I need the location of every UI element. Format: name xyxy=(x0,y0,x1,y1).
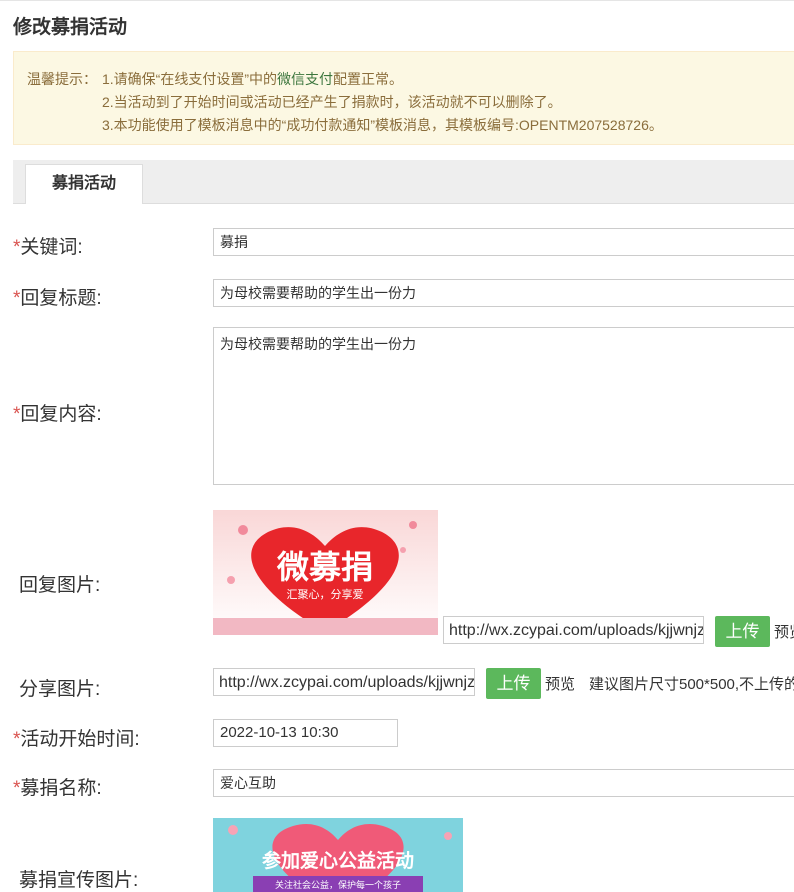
reply-image-label: 回复图片: xyxy=(19,575,101,596)
notice-label: 温馨提示： xyxy=(27,71,97,87)
tab-bar: 募捐活动 xyxy=(13,160,794,204)
reply-image-url-input[interactable]: http://wx.zcypai.com/uploads/kjjwnjzx/im… xyxy=(443,616,704,644)
promo-image-label: 募捐宣传图片: xyxy=(19,870,139,891)
start-time-input[interactable]: 2022-10-13 10:30 xyxy=(213,719,398,747)
reply-content-textarea[interactable]: 为母校需要帮助的学生出一份力 xyxy=(213,327,794,485)
reply-image-graphic: 微募捐 汇聚心，分享爱 xyxy=(213,510,438,635)
reply-image-subtitle: 汇聚心，分享爱 xyxy=(287,587,364,601)
keyword-label: *关键词: xyxy=(13,232,83,259)
notice-box: 温馨提示： 1.请确保“在线支付设置”中的微信支付配置正常。 2.当活动到了开始… xyxy=(13,51,794,145)
notice-line-1-suffix: 配置正常。 xyxy=(333,71,403,87)
notice-line-3: 3.本功能使用了模板消息中的“成功付款通知”模板消息，其模板编号:OPENTM2… xyxy=(102,117,663,133)
reply-image-title: 微募捐 xyxy=(276,548,373,586)
reply-image-upload-button[interactable]: 上传 xyxy=(715,616,770,647)
reply-content-label-text: 回复内容: xyxy=(20,404,102,425)
share-image-label: 分享图片: xyxy=(19,679,101,700)
wechat-pay-link[interactable]: 微信支付 xyxy=(277,71,333,87)
start-time-label: *活动开始时间: xyxy=(13,724,140,751)
notice-line-1-prefix: 1.请确保“在线支付设置”中的 xyxy=(102,71,277,87)
reply-title-input[interactable]: 为母校需要帮助的学生出一份力 xyxy=(213,279,794,307)
donation-name-label-text: 募捐名称: xyxy=(20,778,102,799)
reply-title-label-text: 回复标题: xyxy=(20,288,102,309)
reply-title-label: *回复标题: xyxy=(13,283,102,310)
donation-name-input[interactable]: 爱心互助 xyxy=(213,769,794,797)
share-image-upload-button[interactable]: 上传 xyxy=(486,668,541,699)
promo-image-subtitle: 关注社会公益，保护每一个孩子 xyxy=(275,879,401,891)
share-image-preview-link[interactable]: 预览 xyxy=(545,673,575,694)
keyword-input[interactable]: 募捐 xyxy=(213,228,794,256)
top-divider xyxy=(0,0,794,1)
notice-line-2: 2.当活动到了开始时间或活动已经产生了捐款时，该活动就不可以删除了。 xyxy=(102,94,562,110)
share-image-url-input[interactable]: http://wx.zcypai.com/uploads/kjjwnjzx/im… xyxy=(213,668,475,696)
promo-image-thumbnail: 参加爱心公益活动 关注社会公益，保护每一个孩子 xyxy=(213,818,463,892)
tab-donation-activity[interactable]: 募捐活动 xyxy=(25,164,143,204)
keyword-label-text: 关键词: xyxy=(20,237,83,258)
start-time-label-text: 活动开始时间: xyxy=(20,729,140,750)
reply-image-preview-link[interactable]: 预览 xyxy=(774,621,794,642)
promo-image-graphic: 参加爱心公益活动 关注社会公益，保护每一个孩子 xyxy=(213,818,463,892)
promo-image-title: 参加爱心公益活动 xyxy=(262,849,414,872)
donation-name-label: *募捐名称: xyxy=(13,773,102,800)
notice-line-1: 1.请确保“在线支付设置”中的微信支付配置正常。 xyxy=(102,69,403,89)
share-image-hint: 建议图片尺寸500*500,不上传的 xyxy=(589,676,794,693)
reply-content-label: *回复内容: xyxy=(13,399,102,426)
reply-image-thumbnail: 微募捐 汇聚心，分享爱 xyxy=(213,510,438,635)
page-title: 修改募捐活动 xyxy=(13,17,128,38)
